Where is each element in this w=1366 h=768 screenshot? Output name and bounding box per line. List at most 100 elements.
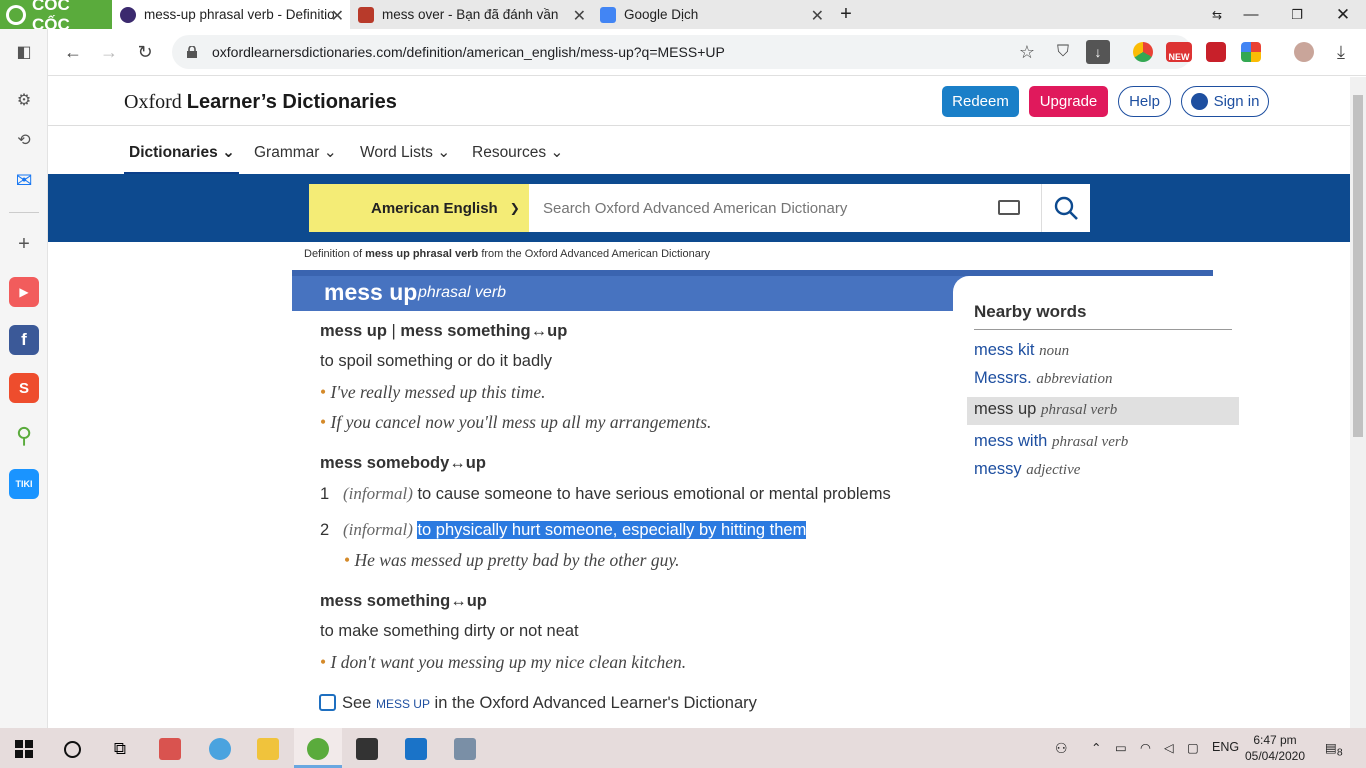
app-icon-3[interactable] [445,733,485,765]
phrase-b: mess something↔up [400,322,568,340]
coccoc-logo-icon [6,4,26,25]
selected-definition[interactable]: to physically hurt someone, especially b… [417,521,807,539]
part-of-speech: phrasal verb [418,284,507,301]
see-also-pre: See [342,694,376,712]
new-extension-icon[interactable]: NEW [1166,42,1192,62]
tab-google-translate[interactable]: Google Dịch ✕ [592,0,830,29]
nav-grammar[interactable]: Grammar ⌄ [254,143,337,162]
coccoc-taskbar-icon[interactable] [298,733,338,765]
restore-button[interactable]: ❐ [1274,0,1320,29]
tab-mess-up[interactable]: mess-up phrasal verb - Definition ✕ [112,0,350,29]
help-button[interactable]: Help [1118,86,1171,117]
downloads-icon[interactable]: ⤓ [1326,37,1356,67]
app-icon-1[interactable] [150,733,190,765]
nearby-word: mess with [974,432,1048,450]
shopee-icon[interactable]: S [9,373,39,403]
people-icon[interactable]: ⚇ [1055,740,1068,757]
palette-extension-icon[interactable] [1241,42,1261,62]
tiki-icon[interactable]: TIKI [9,469,39,499]
clock[interactable]: 6:47 pm 05/04/2020 [1240,732,1310,764]
upgrade-button[interactable]: Upgrade [1029,86,1108,117]
sticky-notes-icon[interactable] [347,733,387,765]
history-icon[interactable]: ⟲ [9,125,39,155]
adblock-shield-icon[interactable]: ⛉ [1048,37,1078,67]
search-button[interactable] [1041,184,1090,232]
new-tab-button[interactable]: + [830,0,862,29]
minimize-button[interactable]: — [1228,0,1274,29]
settings-gear-icon[interactable]: ⚙ [9,85,39,115]
external-link-icon [319,694,336,711]
definition: to spoil something or do it badly [320,352,553,370]
outlook-icon[interactable] [396,733,436,765]
close-tab-icon[interactable]: ✕ [573,6,586,26]
app-icon-2[interactable] [200,733,240,765]
sense-phrase: mess something↔up [320,592,487,610]
forward-icon[interactable]: → [94,37,124,67]
notifications-icon[interactable]: ▤8 [1325,740,1343,759]
see-also-link[interactable]: mess up [376,697,430,711]
close-window-button[interactable]: ✕ [1320,0,1366,29]
nav-word-lists[interactable]: Word Lists ⌄ [360,143,450,162]
definition: to cause someone to have serious emotion… [417,485,891,503]
browser-brand[interactable]: CỐC CỐC [0,0,112,34]
tab-mess-over[interactable]: mess over - Bạn đã đánh vần ✕ [350,0,592,29]
nav-dictionaries[interactable]: Dictionaries ⌄ [129,143,235,162]
volume-icon[interactable]: ◁ [1164,740,1174,755]
task-view-icon[interactable]: ⧉ [100,733,140,765]
bookmark-star-icon[interactable]: ☆ [1012,37,1042,67]
nav-label: Dictionaries [129,144,218,161]
nearby-item[interactable]: mess kit noun [974,341,1069,360]
download-box-icon[interactable]: ↓ [1086,40,1110,64]
chevron-down-icon: ⌄ [323,144,337,161]
keyboard-icon[interactable] [998,200,1020,215]
file-explorer-icon[interactable] [248,733,288,765]
example-text: He was messed up pretty bad by the other… [354,550,680,570]
profile-avatar[interactable] [1294,42,1314,62]
nearby-item[interactable]: mess with phrasal verb [974,432,1128,451]
nav-label: Grammar [254,144,320,161]
reload-icon[interactable]: ↻ [130,37,160,67]
youtube-icon[interactable]: ▶ [9,277,39,307]
phrase-separator: | [386,322,401,340]
clock-date: 05/04/2020 [1244,749,1306,763]
display-icon[interactable]: ▢ [1187,740,1199,755]
nearby-item[interactable]: Messrs. abbreviation [974,369,1112,388]
sign-in-button[interactable]: Sign in [1181,86,1269,117]
add-sidebar-app-icon[interactable]: + [9,229,39,259]
windows-logo-icon [15,740,33,758]
search-circle-icon[interactable] [52,733,92,765]
logo-plain: Oxford [124,91,187,113]
red-extension-icon[interactable] [1206,42,1226,62]
windows-start-icon[interactable] [4,733,44,765]
messenger-icon[interactable]: ✉ [9,165,39,195]
chrome-extension-icon[interactable] [1133,42,1153,62]
nav-resources[interactable]: Resources ⌄ [472,143,563,162]
close-tab-icon[interactable]: ✕ [331,6,344,26]
show-hidden-icons-icon[interactable]: ⌃ [1091,740,1101,755]
sidebar-toggle-icon[interactable]: ◧ [9,37,39,67]
facebook-icon[interactable]: f [9,325,39,355]
scrollbar-thumb[interactable] [1353,95,1363,437]
search-input[interactable] [529,184,1041,232]
site-logo[interactable]: Oxford Learner’s Dictionaries [124,91,397,114]
nearby-item[interactable]: messy adjective [974,460,1080,479]
page-scrollbar[interactable] [1350,77,1366,728]
wifi-icon[interactable]: ◠ [1140,740,1151,755]
clock-time: 6:47 pm [1253,733,1297,747]
sense-number: 1 [320,485,330,503]
chevron-down-icon: ❯ [509,201,520,215]
language-indicator[interactable]: ENG [1212,740,1239,754]
search-icon [1054,196,1078,220]
dictionary-select[interactable]: American English ❯ [309,184,529,232]
battery-icon[interactable]: ▭ [1115,740,1127,755]
shield-favicon-icon [358,6,374,23]
nearby-item-current[interactable]: mess up phrasal verb [974,400,1117,419]
nearby-word: messy [974,460,1022,478]
sense-number: 2 [320,521,330,539]
breadcrumb: Definition of mess up phrasal verb from … [304,248,710,260]
close-tab-icon[interactable]: ✕ [811,6,824,26]
tab-strip: CỐC CỐC mess-up phrasal verb - Definitio… [0,0,1366,34]
redeem-button[interactable]: Redeem [942,86,1019,117]
back-icon[interactable]: ← [58,37,88,67]
coccoc-maps-icon[interactable]: ⚲ [9,421,39,451]
